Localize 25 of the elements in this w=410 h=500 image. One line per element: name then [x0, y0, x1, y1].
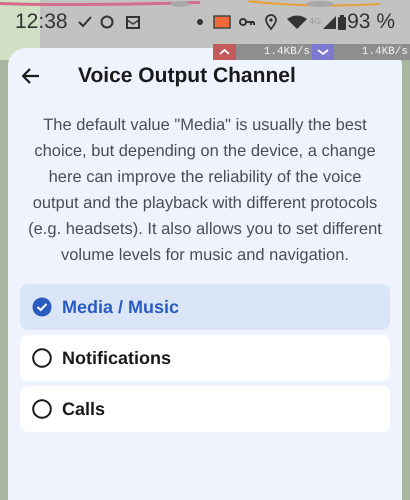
download-speed: 1.4KB/s	[360, 44, 409, 60]
circle-icon	[100, 15, 114, 29]
dialog-title: Voice Output Channel	[78, 63, 296, 90]
description-text: The default value "Media" is usually the best choice, but depending on the device, a change here can improve the reliability of the voice output and the playback with different protocols (e.g. headsets). It also allows you to set different volume levels for music and navigation.	[27, 115, 383, 266]
wifi-icon	[287, 15, 308, 29]
mail-icon	[126, 16, 140, 28]
radio-icon	[32, 399, 52, 419]
key-icon	[239, 17, 256, 27]
battery-percent: 93 %	[347, 9, 395, 36]
down-caret-icon	[312, 44, 334, 60]
upload-speed: 1.4KB/s	[262, 44, 311, 60]
up-caret-icon	[213, 44, 236, 60]
dot-icon	[197, 19, 204, 25]
channel-option[interactable]: Notifications	[20, 335, 390, 381]
signal-icon	[323, 16, 336, 28]
radio-icon	[32, 348, 52, 368]
battery-icon	[338, 14, 346, 30]
status-time: 12:38	[15, 9, 68, 36]
cast-icon	[213, 15, 232, 29]
back-arrow-icon[interactable]	[22, 68, 40, 84]
location-icon	[265, 14, 278, 30]
channel-option[interactable]: Media / Music	[20, 284, 390, 330]
check-icon	[78, 16, 92, 28]
checked-radio-icon	[32, 297, 52, 317]
channel-option[interactable]: Calls	[20, 386, 390, 432]
